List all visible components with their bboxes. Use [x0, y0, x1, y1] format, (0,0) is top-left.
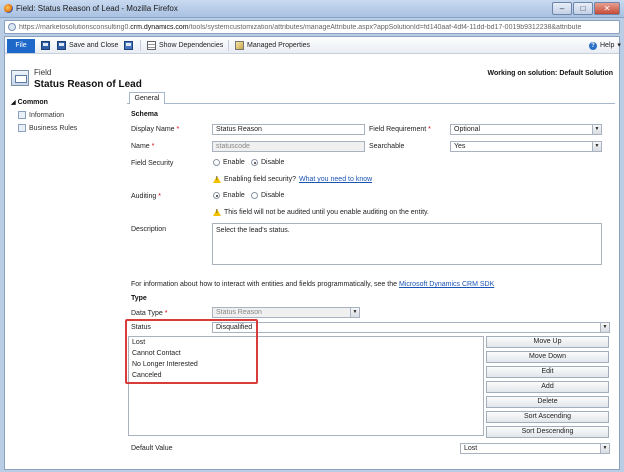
save-new-icon [124, 41, 133, 50]
managed-properties-button[interactable]: Managed Properties [235, 40, 310, 51]
field-security-enable-radio[interactable]: Enable [213, 159, 245, 166]
radio-icon [251, 192, 258, 199]
ribbon-separator [228, 40, 229, 51]
crm-page: File Save and Close Show Dependencies Ma… [4, 36, 621, 470]
status-select[interactable]: Disqualified ▼ [212, 322, 610, 333]
default-value-label: Default Value [131, 445, 173, 452]
save-close-icon [57, 41, 66, 50]
radio-selected-icon [251, 159, 258, 166]
chevron-down-icon: ▼ [592, 125, 601, 134]
sort-ascending-button[interactable]: Sort Ascending [486, 411, 609, 423]
save-as-button[interactable] [124, 40, 133, 51]
auditing-enable-radio[interactable]: Enable [213, 192, 245, 199]
chevron-down-icon: ▼ [600, 323, 609, 332]
default-value-select[interactable]: Lost ▼ [460, 443, 610, 454]
tab-underline [127, 103, 615, 104]
edit-button[interactable]: Edit [486, 366, 609, 378]
save-icon-button[interactable] [41, 40, 50, 51]
data-type-label: Data Type * [131, 310, 168, 317]
warning-icon [213, 209, 221, 216]
sdk-link[interactable]: Microsoft Dynamics CRM SDK [399, 281, 494, 288]
field-requirement-select[interactable]: Optional ▼ [450, 124, 602, 135]
show-dependencies-button[interactable]: Show Dependencies [147, 40, 223, 51]
solution-label: Working on solution: Default Solution [487, 70, 613, 77]
globe-icon [8, 23, 16, 31]
tab-general[interactable]: General [129, 92, 165, 104]
save-close-button[interactable]: Save and Close [57, 40, 118, 51]
nav-section-common[interactable]: ◢ Common [11, 99, 48, 106]
auditing-disable-radio[interactable]: Disable [251, 192, 284, 199]
sort-descending-button[interactable]: Sort Descending [486, 426, 609, 438]
radio-selected-icon [213, 192, 220, 199]
business-rules-icon [18, 124, 26, 132]
highlight-box [125, 319, 258, 384]
field-security-label: Field Security [131, 160, 174, 167]
description-textarea[interactable]: Select the lead's status. [212, 223, 602, 265]
searchable-label: Searchable [369, 143, 405, 150]
auditing-warning: This field will not be audited until you… [213, 209, 429, 216]
close-button[interactable]: ✕ [594, 2, 620, 15]
what-you-need-to-know-link[interactable]: What you need to know [299, 176, 372, 183]
display-name-label: Display Name * [131, 126, 180, 133]
warning-icon [213, 176, 221, 183]
information-icon [18, 111, 26, 119]
delete-button[interactable]: Delete [486, 396, 609, 408]
dependencies-icon [147, 41, 156, 50]
radio-icon [213, 159, 220, 166]
url-text: https://marketosolutionsconsulting0.crm.… [19, 24, 582, 31]
field-security-disable-radio[interactable]: Disable [251, 159, 284, 166]
address-bar[interactable]: https://marketosolutionsconsulting0.crm.… [4, 20, 620, 34]
maximize-button[interactable]: □ [573, 2, 593, 15]
file-button[interactable]: File [7, 39, 35, 53]
name-label: Name * [131, 143, 155, 150]
schema-section-title: Schema [131, 111, 158, 118]
sdk-info-text: For information about how to interact wi… [131, 281, 495, 288]
firefox-icon [4, 4, 13, 13]
chevron-down-icon: ▼ [592, 142, 601, 151]
ribbon: File Save and Close Show Dependencies Ma… [5, 37, 621, 54]
help-icon: ? [589, 41, 597, 50]
collapse-triangle-icon: ◢ [11, 100, 16, 106]
chevron-down-icon: ▼ [350, 308, 359, 317]
page-title: Status Reason of Lead [34, 79, 142, 90]
field-requirement-label: Field Requirement * [369, 126, 431, 133]
help-button[interactable]: ? Help ▾ [589, 40, 621, 51]
header-type-label: Field [34, 68, 52, 77]
nav-item-business-rules[interactable]: Business Rules [18, 124, 77, 132]
searchable-select[interactable]: Yes ▼ [450, 141, 602, 152]
field-security-warning: Enabling field security?What you need to… [213, 176, 372, 183]
data-type-select: Status Reason ▼ [212, 307, 360, 318]
add-button[interactable]: Add [486, 381, 609, 393]
minimize-button[interactable]: – [552, 2, 572, 15]
move-down-button[interactable]: Move Down [486, 351, 609, 363]
ribbon-separator [140, 40, 141, 51]
description-label: Description [131, 226, 167, 233]
display-name-input[interactable]: Status Reason [212, 124, 365, 135]
auditing-label: Auditing * [131, 193, 161, 200]
move-up-button[interactable]: Move Up [486, 336, 609, 348]
chevron-down-icon: ▼ [600, 444, 609, 453]
save-icon [41, 41, 50, 50]
name-input: statuscode [212, 141, 365, 152]
window-title: Field: Status Reason of Lead - Mozilla F… [16, 4, 178, 13]
nav-item-information[interactable]: Information [18, 111, 64, 119]
managed-properties-icon [235, 41, 244, 50]
field-entity-icon [11, 70, 29, 86]
type-section-title: Type [131, 295, 147, 302]
